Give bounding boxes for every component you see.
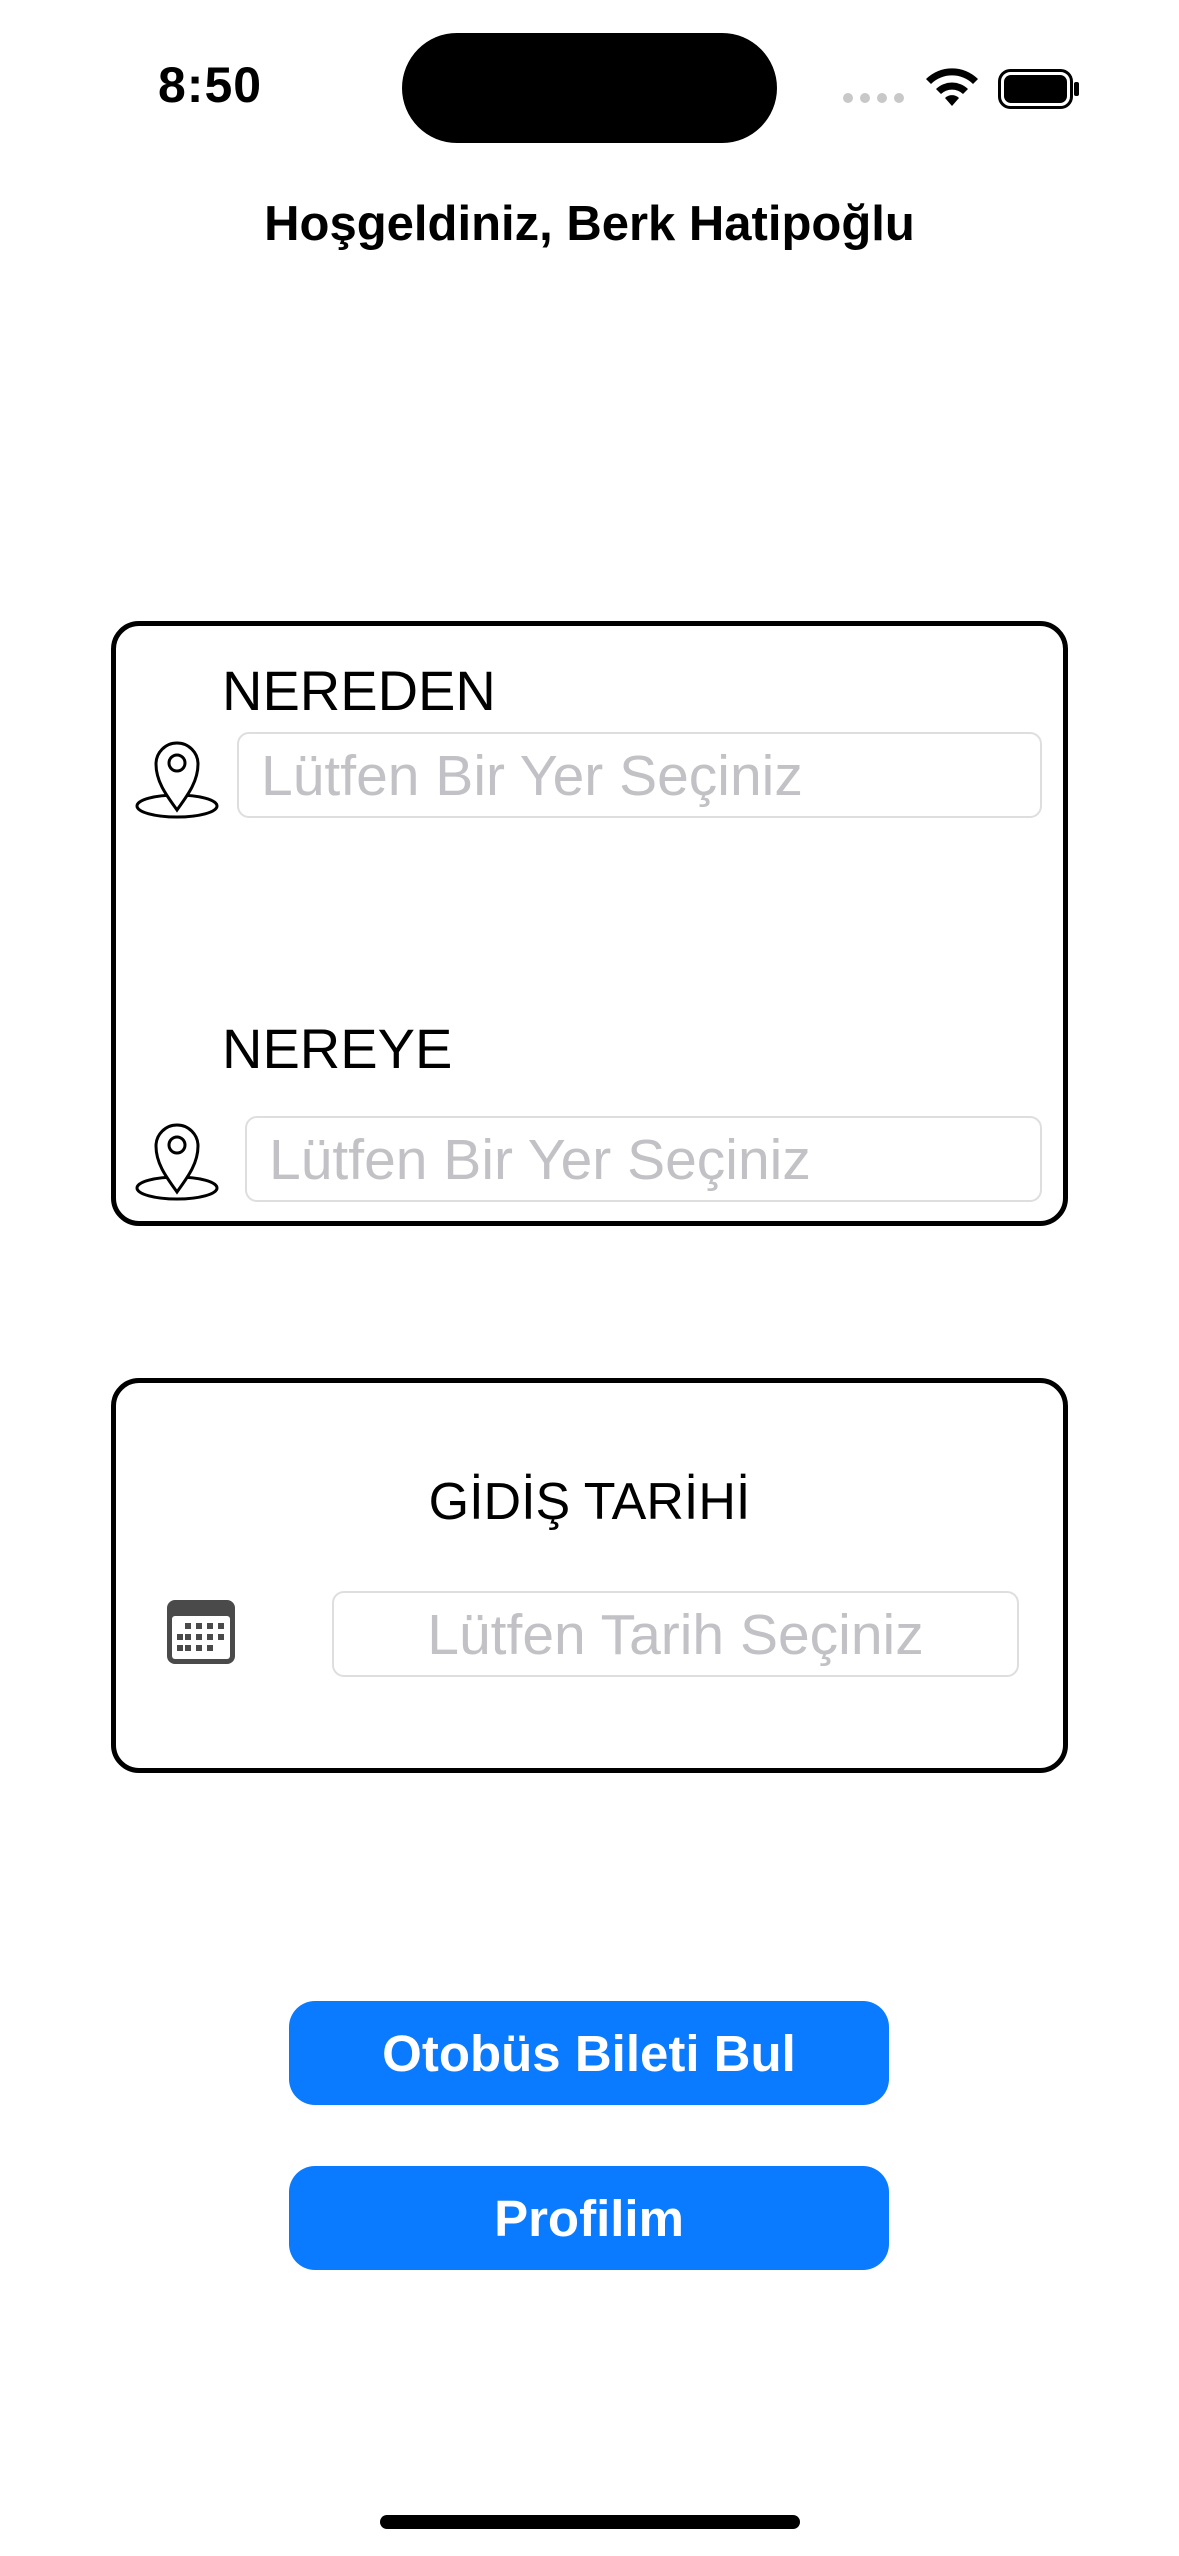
- from-location-input[interactable]: Lütfen Bir Yer Seçiniz: [237, 732, 1042, 818]
- dynamic-island: [402, 33, 777, 143]
- cellular-signal-icon: [843, 93, 904, 103]
- find-bus-ticket-button[interactable]: Otobüs Bileti Bul: [289, 2001, 889, 2105]
- home-indicator[interactable]: [380, 2515, 800, 2529]
- welcome-title: Hoşgeldiniz, Berk Hatipoğlu: [264, 197, 915, 251]
- location-pin-icon: [135, 741, 219, 819]
- status-time: 8:50: [158, 57, 263, 113]
- date-card: [111, 1378, 1068, 1773]
- profile-button[interactable]: Profilim: [289, 2166, 889, 2270]
- to-label: NEREYE: [222, 1017, 453, 1080]
- from-label: NEREDEN: [222, 659, 496, 722]
- location-pin-icon: [135, 1123, 219, 1201]
- battery-icon: [998, 69, 1079, 109]
- departure-date-label: GİDİŞ TARİHİ: [428, 1473, 751, 1531]
- calendar-icon: [167, 1600, 235, 1664]
- date-input[interactable]: Lütfen Tarih Seçiniz: [332, 1591, 1019, 1677]
- wifi-icon: [926, 68, 978, 106]
- to-location-input[interactable]: Lütfen Bir Yer Seçiniz: [245, 1116, 1042, 1202]
